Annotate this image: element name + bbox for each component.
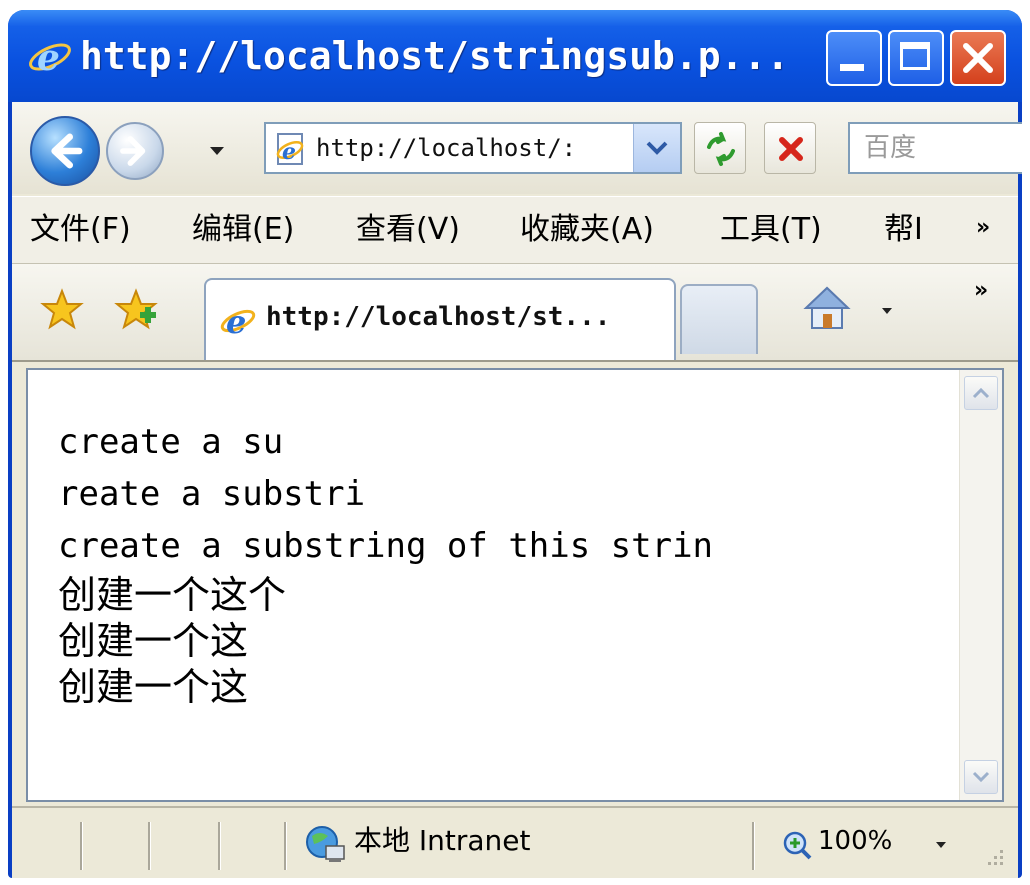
forward-button[interactable] <box>106 122 164 180</box>
status-divider <box>284 822 287 870</box>
home-icon[interactable] <box>802 284 852 334</box>
status-divider <box>148 822 151 870</box>
ie-page-icon: e <box>220 303 256 340</box>
zoom-level[interactable]: 100% <box>818 808 892 874</box>
title-bar[interactable]: e http://localhost/stringsub.p... <box>8 10 1022 102</box>
ie-logo-icon: e <box>29 37 71 79</box>
security-zone-label[interactable]: 本地 Intranet <box>354 808 531 874</box>
tab-bar: e http://localhost/st... » <box>12 264 1018 362</box>
chevron-down-icon <box>972 771 990 783</box>
svg-text:e: e <box>37 37 60 79</box>
page-text: create a su reate a substri create a sub… <box>58 416 958 710</box>
output-line-2: reate a substri <box>58 474 366 514</box>
home-dropdown-icon[interactable] <box>882 308 892 314</box>
output-line-5: 创建一个这 <box>58 619 249 663</box>
add-favorite-icon[interactable] <box>114 288 158 332</box>
menu-edit[interactable]: 编辑(E) <box>192 197 294 263</box>
status-divider <box>218 822 221 870</box>
menu-favorites[interactable]: 收藏夹(A) <box>520 197 654 263</box>
menu-view[interactable]: 查看(V) <box>356 197 460 263</box>
resize-grip-icon[interactable] <box>982 844 1006 868</box>
svg-text:e: e <box>226 303 246 340</box>
browser-window: e http://localhost/stringsub.p... e http… <box>8 10 1022 878</box>
tab-active[interactable]: e http://localhost/st... <box>204 278 676 360</box>
output-line-1: create a su <box>58 422 284 462</box>
svg-text:e: e <box>282 139 296 165</box>
output-line-3: create a substring of this strin <box>58 526 714 566</box>
navigation-bar: e http://localhost/: 百度 <box>12 102 1022 194</box>
address-dropdown-button[interactable] <box>633 124 680 172</box>
status-divider <box>752 822 755 870</box>
menu-tools[interactable]: 工具(T) <box>720 197 822 263</box>
stop-button[interactable] <box>764 122 816 174</box>
menu-overflow-chevron[interactable]: » <box>976 215 990 240</box>
search-input[interactable]: 百度 <box>848 122 1022 174</box>
close-button[interactable] <box>950 30 1006 86</box>
window-title: http://localhost/stringsub.p... <box>80 34 790 78</box>
back-button[interactable] <box>30 116 100 186</box>
back-arrow-icon <box>51 133 83 169</box>
new-tab-button[interactable] <box>680 284 758 354</box>
close-icon <box>963 43 993 73</box>
maximize-button[interactable] <box>888 30 944 86</box>
history-dropdown-icon[interactable] <box>210 147 224 155</box>
favorites-star-icon[interactable] <box>40 288 84 332</box>
scroll-down-button[interactable] <box>964 760 998 794</box>
chevron-down-icon <box>646 141 668 155</box>
address-input[interactable]: http://localhost/: <box>316 124 632 172</box>
page-content: create a su reate a substri create a sub… <box>26 368 1004 802</box>
output-line-6: 创建一个这 <box>58 665 249 709</box>
refresh-icon <box>707 132 735 166</box>
menu-help[interactable]: 帮I <box>884 197 968 263</box>
browser-chrome: e http://localhost/: 百度 文件(F) 编辑(E) 查看(V… <box>12 102 1022 878</box>
intranet-globe-icon <box>306 826 345 862</box>
menu-bar: 文件(F) 编辑(E) 查看(V) 收藏夹(A) 工具(T) 帮I » <box>12 196 1018 264</box>
maximize-icon <box>900 42 930 70</box>
status-bar: 本地 Intranet 100% <box>12 806 1018 878</box>
page-icon: e <box>276 133 304 165</box>
search-placeholder: 百度 <box>864 133 917 163</box>
zoom-icon <box>783 831 812 860</box>
scroll-up-button[interactable] <box>964 376 998 410</box>
refresh-button[interactable] <box>694 122 746 174</box>
zoom-dropdown-icon[interactable] <box>936 842 946 848</box>
toolbar-overflow-chevron[interactable]: » <box>974 278 988 303</box>
chevron-up-icon <box>972 387 990 399</box>
minimize-icon <box>840 64 864 71</box>
stop-icon <box>779 137 803 161</box>
tab-title: http://localhost/st... <box>266 302 611 332</box>
menu-file[interactable]: 文件(F) <box>30 197 131 263</box>
address-bar[interactable]: e http://localhost/: <box>264 122 682 174</box>
vertical-scrollbar[interactable] <box>959 370 1002 800</box>
minimize-button[interactable] <box>826 30 882 86</box>
output-line-4: 创建一个这个 <box>58 573 287 617</box>
forward-arrow-icon <box>120 136 146 166</box>
status-divider <box>80 822 83 870</box>
